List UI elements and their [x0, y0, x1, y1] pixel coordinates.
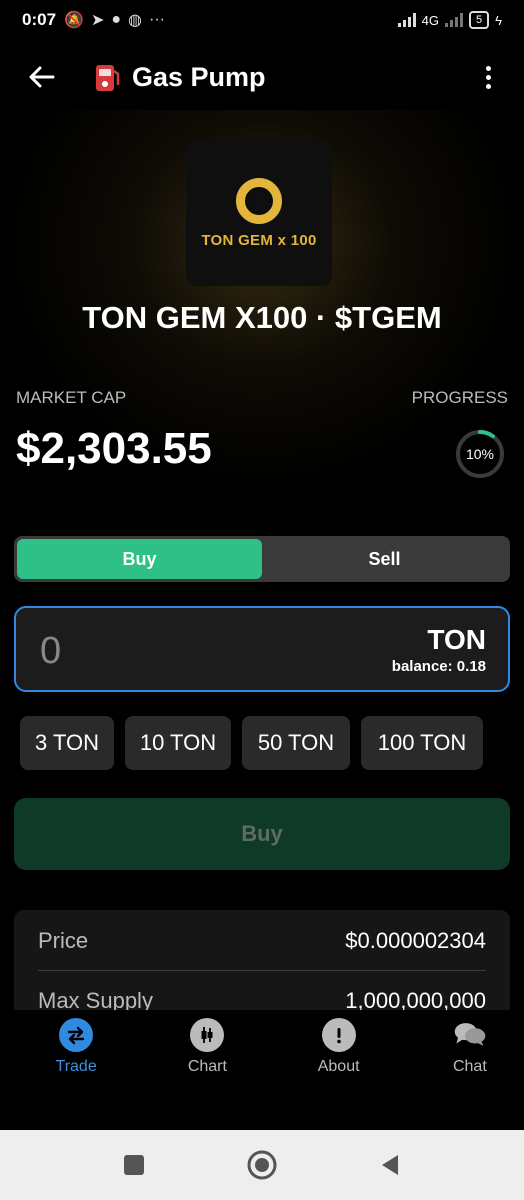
message-icon: ● — [111, 11, 122, 28]
bottom-nav: Trade Chart About Chat — [0, 1010, 524, 1132]
nav-item-chat[interactable]: Chat — [416, 1010, 524, 1132]
logo-text: TON GEM x 100 — [201, 231, 317, 249]
home-button[interactable] — [242, 1145, 282, 1185]
system-back-button[interactable] — [370, 1145, 410, 1185]
gold-ring-icon — [236, 177, 282, 224]
square-icon — [124, 1155, 144, 1175]
charging-icon: ϟ — [495, 12, 502, 28]
app-title: Gas Pump — [132, 61, 266, 92]
preset-50-ton-button[interactable]: 50 TON — [242, 716, 350, 770]
candlestick-icon — [190, 1018, 225, 1052]
info-label: Price — [38, 928, 89, 953]
nav-item-about[interactable]: About — [285, 1010, 393, 1132]
market-cap-label: MARKET CAP — [16, 388, 127, 407]
nav-label: Chart — [187, 1058, 227, 1075]
amount-input-box[interactable]: TON balance: 0.18 — [14, 606, 510, 692]
balance-label: balance: 0.18 — [391, 658, 486, 675]
telegram-icon: ➤ — [90, 12, 105, 29]
network-type: 4G — [421, 12, 439, 28]
status-time: 0:07 — [22, 10, 57, 29]
currency-label: TON — [427, 624, 486, 655]
back-button[interactable] — [24, 59, 60, 95]
status-icons: 4G 5 ϟ — [397, 11, 502, 29]
preset-3-ton-button[interactable]: 3 TON — [20, 716, 114, 770]
more-notifications-icon: ··· — [149, 11, 165, 28]
info-row-max-supply: Max Supply 1,000,000,000 — [38, 988, 486, 1012]
arrow-left-icon — [29, 66, 55, 88]
battery-icon: 5 — [468, 11, 490, 29]
header-title: Gas Pump — [94, 61, 266, 93]
buy-button[interactable]: Buy — [14, 798, 510, 870]
nav-label: Trade — [55, 1058, 97, 1075]
recent-apps-button[interactable] — [114, 1145, 154, 1185]
amount-input[interactable] — [40, 630, 240, 673]
token-info-table: Price $0.000002304 Max Supply 1,000,000,… — [14, 910, 510, 1012]
signal-2-icon — [444, 13, 463, 27]
gas-pump-icon — [96, 65, 120, 91]
preset-amounts: 3 TON 10 TON 50 TON 100 TON — [20, 716, 483, 770]
info-value: $0.000002304 — [345, 928, 486, 953]
preset-100-ton-button[interactable]: 100 TON — [361, 716, 483, 770]
circle-icon — [247, 1150, 277, 1180]
signal-icon — [397, 13, 416, 27]
exclamation-icon — [321, 1018, 356, 1052]
divider — [38, 970, 486, 971]
progress-value: 10% — [465, 446, 495, 462]
progress-ring: 10% — [454, 428, 506, 480]
dot — [485, 83, 491, 89]
chat-bubble-icon: ◍ — [128, 12, 142, 29]
nav-label: Chat — [452, 1058, 487, 1075]
swap-icon — [59, 1018, 94, 1052]
dot — [485, 65, 491, 71]
status-bar: 0:07 🔕 ➤ ● ◍ ··· 4G 5 ϟ — [0, 0, 524, 40]
nav-item-trade[interactable]: Trade — [22, 1010, 130, 1132]
progress-label: PROGRESS — [411, 388, 508, 407]
triangle-back-icon — [382, 1155, 398, 1175]
chat-icon — [453, 1018, 487, 1052]
more-options-button[interactable] — [476, 59, 500, 95]
nav-label: About — [317, 1058, 360, 1075]
mute-icon: 🔕 — [64, 12, 84, 29]
info-label: Max Supply — [38, 988, 153, 1012]
buy-sell-toggle: Buy Sell — [14, 536, 510, 582]
app-header: Gas Pump — [0, 52, 524, 102]
token-name: TON GEM X100 · $TGEM — [82, 300, 442, 335]
info-row-price: Price $0.000002304 — [38, 928, 486, 954]
preset-10-ton-button[interactable]: 10 TON — [125, 716, 231, 770]
dot — [485, 74, 491, 80]
tab-buy[interactable]: Buy — [17, 539, 262, 579]
market-cap-value: $2,303.55 — [16, 424, 212, 473]
system-nav-bar — [0, 1130, 524, 1200]
token-logo: TON GEM x 100 — [186, 140, 332, 286]
info-value: 1,000,000,000 — [345, 988, 486, 1012]
tab-sell[interactable]: Sell — [262, 539, 507, 579]
nav-item-chart[interactable]: Chart — [153, 1010, 261, 1132]
